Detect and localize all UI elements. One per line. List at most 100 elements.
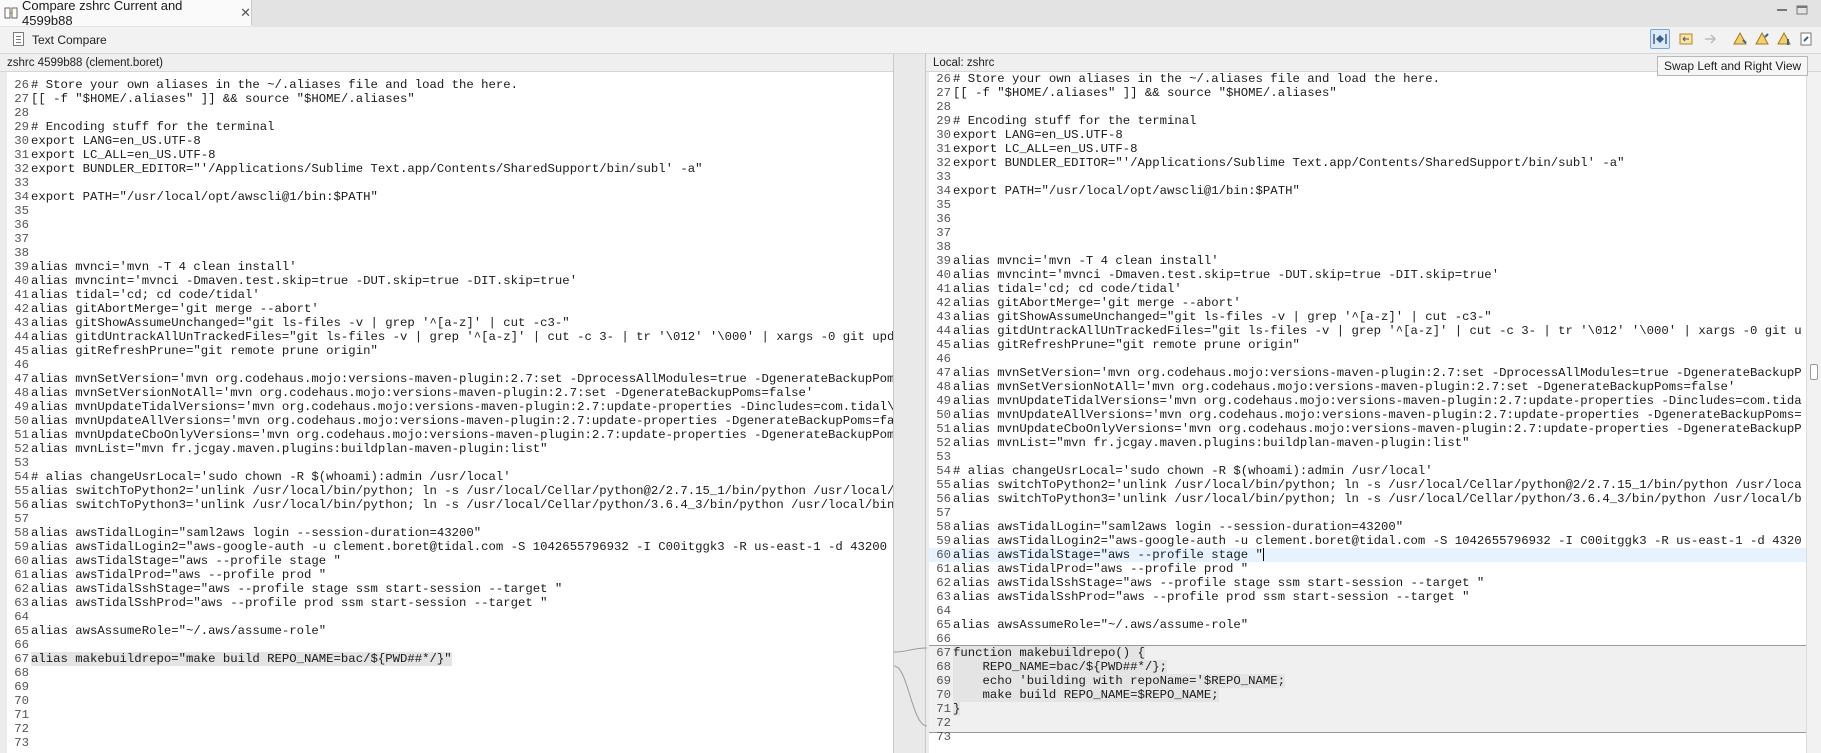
copy-change-button[interactable] — [1700, 29, 1720, 49]
code-line[interactable]: 44 alias gitdUntrackAllUnTrackedFiles="gi… — [7, 330, 893, 344]
code-line[interactable]: 28 — [7, 106, 893, 120]
code-line[interactable]: 60 alias awsTidalStage="aws --profile sta… — [7, 554, 893, 568]
code-line[interactable]: 67 alias makebuildrepo="make build REPO_N… — [7, 652, 893, 666]
code-line[interactable]: 50 alias mvnUpdateAllVersions='mvn org.co… — [929, 408, 1806, 422]
code-line[interactable]: 41 alias tidal='cd; cd code/tidal' — [929, 282, 1806, 296]
maximize-icon[interactable] — [1796, 4, 1808, 18]
code-line[interactable]: 59 alias awsTidalLogin2="aws-google-auth … — [7, 540, 893, 554]
code-line[interactable]: 66 — [7, 638, 893, 652]
code-line[interactable]: 43 alias gitShowAssumeUnchanged="git ls-f… — [7, 316, 893, 330]
code-line[interactable]: 58 alias awsTidalLogin="saml2aws login --… — [929, 520, 1806, 534]
code-line[interactable]: 70 — [7, 694, 893, 708]
code-line[interactable]: 28 — [929, 100, 1806, 114]
code-line[interactable]: 30 export LANG=en_US.UTF-8 — [929, 128, 1806, 142]
code-line[interactable]: 72 — [929, 716, 1806, 730]
code-line[interactable]: 47 alias mvnSetVersion='mvn org.codehaus.… — [7, 372, 893, 386]
code-line[interactable]: 26 # Store your own aliases in the ~/.ali… — [7, 78, 893, 92]
code-line[interactable]: 61 alias awsTidalProd="aws --profile prod… — [7, 568, 893, 582]
left-text-editor[interactable]: 26 # Store your own aliases in the ~/.ali… — [7, 72, 893, 753]
code-line[interactable]: 35 — [7, 204, 893, 218]
code-line[interactable]: 61 alias awsTidalProd="aws --profile prod… — [929, 562, 1806, 576]
code-line[interactable]: 69 — [7, 680, 893, 694]
code-line[interactable]: 49 alias mvnUpdateTidalVersions='mvn org.… — [929, 394, 1806, 408]
code-line[interactable]: 52 alias mvnList="mvn fr.jcgay.maven.plug… — [7, 442, 893, 456]
code-line[interactable]: 73 — [929, 730, 1806, 744]
code-line[interactable]: 29 # Encoding stuff for the terminal — [7, 120, 893, 134]
code-line[interactable]: 66 — [929, 632, 1806, 646]
code-line[interactable]: 65 alias awsAssumeRole="~/.aws/assume-rol… — [929, 618, 1806, 632]
code-line[interactable]: 42 alias gitAbortMerge='git merge --abort… — [929, 296, 1806, 310]
scroll-thumb[interactable] — [1810, 364, 1818, 380]
code-line[interactable]: 56 alias switchToPython3='unlink /usr/loc… — [7, 498, 893, 512]
code-line[interactable]: 33 — [929, 170, 1806, 184]
next-difference-button[interactable] — [1730, 29, 1750, 49]
code-line[interactable]: 70 make build REPO_NAME=$REPO_NAME; — [929, 688, 1806, 702]
code-line[interactable]: 60 alias awsTidalStage="aws --profile sta… — [929, 548, 1806, 562]
code-line[interactable]: 44 alias gitdUntrackAllUnTrackedFiles="gi… — [929, 324, 1806, 338]
code-line[interactable]: 40 alias mvncint='mvnci -Dmaven.test.skip… — [929, 268, 1806, 282]
swap-left-right-button[interactable] — [1650, 29, 1670, 49]
code-line[interactable]: 37 — [7, 232, 893, 246]
code-line[interactable]: 39 alias mvnci='mvn -T 4 clean install' — [929, 254, 1806, 268]
previous-difference-button[interactable] — [1752, 29, 1772, 49]
code-line[interactable]: 37 — [929, 226, 1806, 240]
code-line[interactable]: 50 alias mvnUpdateAllVersions='mvn org.co… — [7, 414, 893, 428]
code-line[interactable]: 46 — [929, 352, 1806, 366]
code-line[interactable]: 48 alias mvnSetVersionNotAll='mvn org.cod… — [929, 380, 1806, 394]
compare-editor-tab[interactable]: Compare zshrc Current and 4599b88 ✕ — [0, 0, 252, 28]
code-line[interactable]: 55 alias switchToPython2='unlink /usr/loc… — [7, 484, 893, 498]
code-line[interactable]: 54 # alias changeUsrLocal='sudo chown -R … — [929, 464, 1806, 478]
code-line[interactable]: 51 alias mvnUpdateCboOnlyVersions='mvn or… — [929, 422, 1806, 436]
code-line[interactable]: 62 alias awsTidalSshStage="aws --profile … — [929, 576, 1806, 590]
code-line[interactable]: 53 — [929, 450, 1806, 464]
code-line[interactable]: 32 export BUNDLER_EDITOR="'/Applications/… — [929, 156, 1806, 170]
code-line[interactable]: 67 function makebuildrepo() { — [929, 646, 1806, 660]
code-line[interactable]: 48 alias mvnSetVersionNotAll='mvn org.cod… — [7, 386, 893, 400]
code-line[interactable]: 34 export PATH="/usr/local/opt/awscli@1/b… — [929, 184, 1806, 198]
close-icon[interactable]: ✕ — [240, 5, 251, 21]
code-line[interactable]: 59 alias awsTidalLogin2="aws-google-auth … — [929, 534, 1806, 548]
code-line[interactable]: 36 — [929, 212, 1806, 226]
code-line[interactable]: 57 — [7, 512, 893, 526]
code-line[interactable]: 62 alias awsTidalSshStage="aws --profile … — [7, 582, 893, 596]
code-line[interactable]: 31 export LC_ALL=en_US.UTF-8 — [7, 148, 893, 162]
code-line[interactable]: 52 alias mvnList="mvn fr.jcgay.maven.plug… — [929, 436, 1806, 450]
right-vertical-scrollbar[interactable] — [1806, 72, 1821, 753]
code-line[interactable]: 69 echo 'building with repoName='$REPO_N… — [929, 674, 1806, 688]
code-line[interactable]: 29 # Encoding stuff for the terminal — [929, 114, 1806, 128]
code-line[interactable]: 42 alias gitAbortMerge='git merge --abort… — [7, 302, 893, 316]
code-line[interactable]: 45 alias gitRefreshPrune="git remote prun… — [7, 344, 893, 358]
code-line[interactable]: 65 alias awsAssumeRole="~/.aws/assume-rol… — [7, 624, 893, 638]
code-line[interactable]: 64 — [929, 604, 1806, 618]
minimize-icon[interactable] — [1776, 4, 1788, 18]
code-line[interactable]: 27[[ -f "$HOME/.aliases" ]] && source "$… — [929, 86, 1806, 100]
code-line[interactable]: 63 alias awsTidalSshProd="aws --profile p… — [929, 590, 1806, 604]
code-line[interactable]: 45 alias gitRefreshPrune="git remote prun… — [929, 338, 1806, 352]
code-line[interactable]: 27[[ -f "$HOME/.aliases" ]] && source "$… — [7, 92, 893, 106]
code-line[interactable]: 55 alias switchToPython2='unlink /usr/loc… — [929, 478, 1806, 492]
code-line[interactable]: 40 alias mvncint='mvnci -Dmaven.test.skip… — [7, 274, 893, 288]
code-line[interactable]: 49 alias mvnUpdateTidalVersions='mvn org.… — [7, 400, 893, 414]
code-line[interactable]: 33 — [7, 176, 893, 190]
right-text-editor[interactable]: 26 # Store your own aliases in the ~/.ali… — [929, 72, 1806, 753]
code-line[interactable]: 39 alias mvnci='mvn -T 4 clean install' — [7, 260, 893, 274]
code-line[interactable]: 64 — [7, 610, 893, 624]
code-line[interactable]: 68 REPO_NAME=bac/${PWD##*/}; — [929, 660, 1806, 674]
code-line[interactable]: 56 alias switchToPython3='unlink /usr/loc… — [929, 492, 1806, 506]
code-line[interactable]: 43 alias gitShowAssumeUnchanged="git ls-f… — [929, 310, 1806, 324]
code-line[interactable]: 58 alias awsTidalLogin="saml2aws login --… — [7, 526, 893, 540]
code-line[interactable]: 71 — [7, 708, 893, 722]
code-line[interactable]: 41 alias tidal='cd; cd code/tidal' — [7, 288, 893, 302]
code-line[interactable]: 54 # alias changeUsrLocal='sudo chown -R … — [7, 470, 893, 484]
code-line[interactable]: 47 alias mvnSetVersion='mvn org.codehaus.… — [929, 366, 1806, 380]
code-line[interactable]: 46 — [7, 358, 893, 372]
code-line[interactable]: 51 alias mvnUpdateCboOnlyVersions='mvn or… — [7, 428, 893, 442]
code-line[interactable]: 34 export PATH="/usr/local/opt/awscli@1/b… — [7, 190, 893, 204]
code-line[interactable]: 38 — [929, 240, 1806, 254]
code-line[interactable]: 72 — [7, 722, 893, 736]
code-line[interactable]: 73 — [7, 736, 893, 750]
code-line[interactable]: 31 export LC_ALL=en_US.UTF-8 — [929, 142, 1806, 156]
code-line[interactable]: 53 — [7, 456, 893, 470]
next-change-button[interactable] — [1774, 29, 1794, 49]
code-line[interactable]: 30 export LANG=en_US.UTF-8 — [7, 134, 893, 148]
